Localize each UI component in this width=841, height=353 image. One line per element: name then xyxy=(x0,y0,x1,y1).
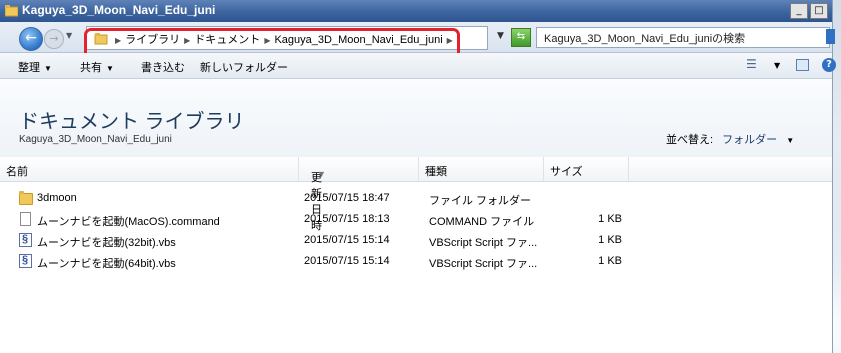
file-name: ムーンナビを起動(MacOS).command xyxy=(37,216,220,228)
search-placeholder: Kaguya_3D_Moon_Navi_Edu_juniの検索 xyxy=(544,33,746,45)
forward-button[interactable]: → xyxy=(44,29,64,49)
file-type: VBScript Script ファ... xyxy=(429,258,538,270)
column-name[interactable]: 名前 xyxy=(0,157,299,181)
file-size: 1 KB xyxy=(598,213,622,225)
column-size-label: サイズ xyxy=(550,166,583,178)
recent-pages-dropdown[interactable]: ▼ xyxy=(66,31,72,40)
burn-button[interactable]: 書き込む xyxy=(141,59,185,75)
library-title: ドキュメント ライブラリ xyxy=(19,111,245,133)
arrange-by-dropdown[interactable]: フォルダー xyxy=(722,134,777,146)
maximize-button[interactable]: □ xyxy=(810,3,828,19)
file-date: 2015/07/15 15:14 xyxy=(304,234,390,246)
command-bar: 整理 ▼ 共有 ▼ 書き込む 新しいフォルダー ☰ ▼ ? xyxy=(0,53,836,79)
organize-menu[interactable]: 整理 ▼ xyxy=(18,59,52,75)
file-row[interactable]: 3dmoon 2015/07/15 18:47 ファイル フォルダー xyxy=(0,188,832,209)
share-label: 共有 xyxy=(80,62,102,74)
view-options-icon[interactable]: ☰ xyxy=(746,58,760,71)
file-date: 2015/07/15 18:47 xyxy=(304,192,390,204)
chevron-down-icon: ▼ xyxy=(106,64,114,73)
vbs-icon xyxy=(18,233,33,248)
arrange-label: 並べ替え: xyxy=(666,134,714,146)
file-list: 3dmoon 2015/07/15 18:47 ファイル フォルダー ムーンナビ… xyxy=(0,188,832,272)
chevron-down-icon[interactable]: ▼ xyxy=(786,136,794,145)
file-row[interactable]: ムーンナビを起動(MacOS).command 2015/07/15 18:13… xyxy=(0,209,832,230)
file-date: 2015/07/15 15:14 xyxy=(304,255,390,267)
column-name-label: 名前 xyxy=(6,166,28,178)
share-menu[interactable]: 共有 ▼ xyxy=(80,59,114,75)
file-type: COMMAND ファイル xyxy=(429,216,535,228)
new-folder-button[interactable]: 新しいフォルダー xyxy=(200,59,288,75)
file-row[interactable]: ムーンナビを起動(64bit).vbs 2015/07/15 15:14 VBS… xyxy=(0,251,832,272)
minimize-button[interactable]: _ xyxy=(790,3,808,19)
column-date[interactable]: 更新日時 ▼ xyxy=(299,157,419,232)
column-size[interactable]: サイズ xyxy=(544,157,629,181)
help-icon[interactable]: ? xyxy=(822,58,836,72)
preview-pane-icon[interactable] xyxy=(796,59,809,71)
file-name: 3dmoon xyxy=(37,192,77,204)
file-date: 2015/07/15 18:13 xyxy=(304,213,390,225)
file-type: VBScript Script ファ... xyxy=(429,237,538,249)
organize-label: 整理 xyxy=(18,62,40,74)
folder-icon xyxy=(18,191,33,206)
refresh-button[interactable]: ⇆ xyxy=(511,28,531,47)
address-dropdown[interactable]: ▼ xyxy=(497,31,504,41)
back-button[interactable]: ← xyxy=(19,27,43,51)
file-icon xyxy=(18,212,33,227)
explorer-window: Kaguya_3D_Moon_Navi_Edu_juni _ □ ← → ▼ ▶… xyxy=(0,0,836,353)
file-size: 1 KB xyxy=(598,255,622,267)
column-header: 名前 更新日時 ▼ 種類 サイズ xyxy=(0,157,832,232)
vbs-icon xyxy=(18,254,33,269)
file-name: ムーンナビを起動(64bit).vbs xyxy=(37,258,176,270)
column-type-label: 種類 xyxy=(425,166,447,178)
chevron-down-icon: ▼ xyxy=(44,64,52,73)
search-input[interactable]: Kaguya_3D_Moon_Navi_Edu_juniの検索 xyxy=(536,27,835,48)
window-title: Kaguya_3D_Moon_Navi_Edu_juni xyxy=(22,3,216,17)
file-size: 1 KB xyxy=(598,234,622,246)
search-icon[interactable] xyxy=(826,29,835,44)
column-type[interactable]: 種類 xyxy=(419,157,544,181)
file-name: ムーンナビを起動(32bit).vbs xyxy=(37,237,176,249)
arrange-by: 並べ替え: フォルダー ▼ xyxy=(666,131,794,147)
view-dropdown[interactable]: ▼ xyxy=(774,61,780,70)
library-subtitle: Kaguya_3D_Moon_Navi_Edu_juni xyxy=(19,134,172,145)
folder-icon xyxy=(5,5,18,17)
file-type: ファイル フォルダー xyxy=(429,195,532,207)
library-header: ドキュメント ライブラリ Kaguya_3D_Moon_Navi_Edu_jun… xyxy=(0,79,832,157)
title-bar[interactable]: Kaguya_3D_Moon_Navi_Edu_juni _ □ xyxy=(0,0,832,22)
file-row[interactable]: ムーンナビを起動(32bit).vbs 2015/07/15 15:14 VBS… xyxy=(0,230,832,251)
sort-down-icon: ▼ xyxy=(317,169,326,179)
